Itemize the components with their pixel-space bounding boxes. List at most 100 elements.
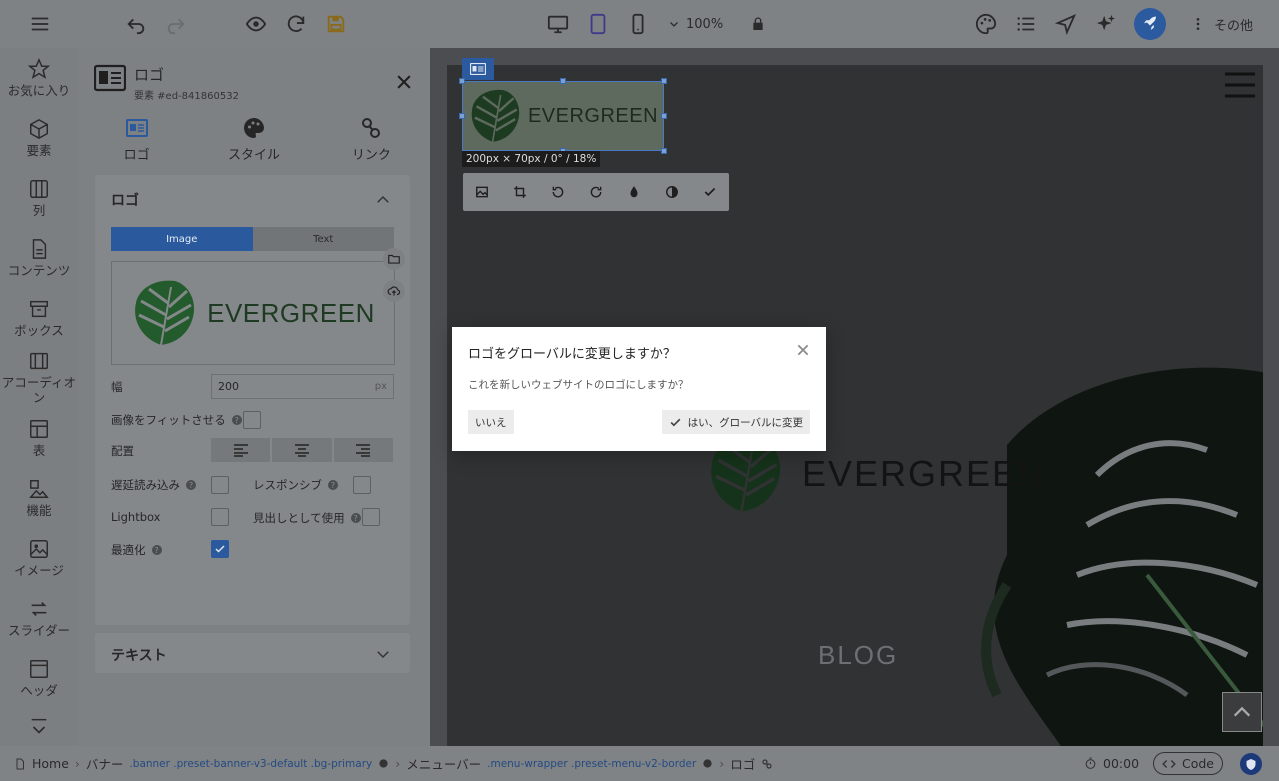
navigation-icon[interactable] [1052,10,1080,38]
code-button[interactable]: Code [1153,752,1223,775]
breadcrumb-menubar[interactable]: メニューバー [406,754,481,773]
resize-handle[interactable] [661,148,667,154]
lightbox-checkbox[interactable] [211,508,229,526]
publish-rocket-button[interactable] [1134,8,1166,40]
yes-global-button[interactable]: はい、グローバルに変更 [661,410,810,434]
rocket-icon [1144,16,1156,30]
chevron-up-icon[interactable] [374,191,392,209]
breadcrumb-separator: › [395,756,401,771]
optimize-checkbox[interactable] [211,540,229,558]
mobile-view-icon[interactable] [624,10,652,38]
close-icon[interactable] [394,72,414,92]
tab-style[interactable]: スタイル [195,116,312,163]
close-icon[interactable] [796,343,810,357]
responsive-checkbox[interactable] [353,476,371,494]
tab-link[interactable]: リンク [313,116,430,163]
tab-logo[interactable]: ロゴ [78,116,195,163]
help-icon[interactable]: ? [350,513,361,523]
contrast-icon[interactable] [665,185,679,199]
no-button[interactable]: いいえ [468,410,514,434]
size-badge: 200px × 70px / 0° / 18% [462,151,601,167]
rail-item-content[interactable]: コンテンツ [0,238,78,278]
align-right-icon [356,444,371,457]
selected-logo[interactable]: EVERGREEN [462,81,664,151]
rail-scroll-down[interactable] [0,716,78,741]
rail-item-table[interactable]: 表 [0,418,78,458]
desktop-view-icon[interactable] [544,10,572,38]
image-icon[interactable] [475,185,489,199]
resize-handle[interactable] [459,78,465,84]
site-menu-icon[interactable] [1224,72,1256,98]
list-icon[interactable] [1012,10,1040,38]
segment-image[interactable]: Image [111,227,253,251]
align-center-button[interactable] [272,438,332,462]
segment-text[interactable]: Text [252,227,394,251]
breadcrumb-separator: › [719,756,725,771]
rail-item-header[interactable]: ヘッダ [0,658,78,698]
rail-item-slider[interactable]: スライダー [0,598,78,638]
rail-item-elements[interactable]: 要素 [0,118,78,158]
color-drop-icon[interactable] [627,185,641,199]
zoom-control[interactable]: 100% [668,10,723,38]
banner-classes: .banner .preset-banner-v3-default .bg-pr… [129,757,373,770]
lazy-load-row: 遅延読み込み ? [111,477,196,493]
breadcrumb-separator: › [74,756,80,771]
panel-title: ロゴ [134,66,165,84]
redo-icon[interactable] [162,10,190,38]
folder-icon [388,254,400,264]
breadcrumb-banner[interactable]: バナー [86,754,124,773]
rotate-right-icon[interactable] [589,185,603,199]
chevron-down-icon [377,651,389,659]
refresh-icon[interactable] [282,10,310,38]
resize-handle[interactable] [560,78,566,84]
palette-icon[interactable] [972,10,1000,38]
menu-icon[interactable] [26,10,54,38]
breadcrumb-home[interactable]: Home [32,756,69,771]
heading-checkbox[interactable] [362,508,380,526]
rail-item-accordion[interactable]: アコーディオン [0,350,78,405]
undo-icon[interactable] [122,10,150,38]
monstera-leaf-icon [135,280,195,346]
fit-image-checkbox[interactable] [243,411,261,429]
rail-item-image[interactable]: イメージ [0,538,78,578]
more-menu[interactable]: その他 [1190,10,1253,38]
selected-element-tag[interactable] [462,58,494,80]
resize-handle[interactable] [661,113,667,119]
help-icon[interactable]: ? [151,545,162,555]
save-icon[interactable] [322,10,350,38]
rail-item-favorites[interactable]: お気に入り [0,58,78,98]
ai-sparkle-icon[interactable] [1092,10,1120,38]
lock-icon[interactable] [744,10,772,38]
resize-handle[interactable] [661,78,667,84]
crop-icon[interactable] [513,185,527,199]
rail-item-columns[interactable]: 列 [0,178,78,218]
upload-button[interactable] [383,280,405,302]
help-icon[interactable]: ? [231,415,242,425]
scroll-to-top-button[interactable] [1222,692,1262,732]
lightbox-label: Lightbox [111,510,161,524]
help-icon[interactable]: ? [186,480,196,490]
header-icon [30,660,48,678]
resize-handle[interactable] [459,113,465,119]
rail-item-box[interactable]: ボックス [0,298,78,338]
help-icon[interactable]: ? [328,480,338,490]
confirm-check-icon[interactable] [703,185,717,199]
top-toolbar: 100% その他 [0,0,1279,48]
selected-logo-text: EVERGREEN [527,104,659,127]
preview-eye-icon[interactable] [242,10,270,38]
align-right-button[interactable] [333,438,393,462]
rotate-left-icon[interactable] [551,185,565,199]
width-input[interactable]: 200 px [211,374,394,399]
accordion-icon [30,352,48,370]
id-card-icon [470,63,486,75]
align-left-button[interactable] [211,438,271,462]
rail-item-features[interactable]: 機能 [0,478,78,518]
lazy-load-checkbox[interactable] [211,476,229,494]
logo-preview[interactable]: EVERGREEN [111,261,395,365]
security-shield-button[interactable] [1240,753,1262,775]
breadcrumb-logo[interactable]: ロゴ [730,754,755,773]
tablet-view-icon[interactable] [584,10,612,38]
browse-files-button[interactable] [383,248,405,270]
text-section-card[interactable]: テキスト [95,633,410,673]
palette-icon [703,759,712,768]
